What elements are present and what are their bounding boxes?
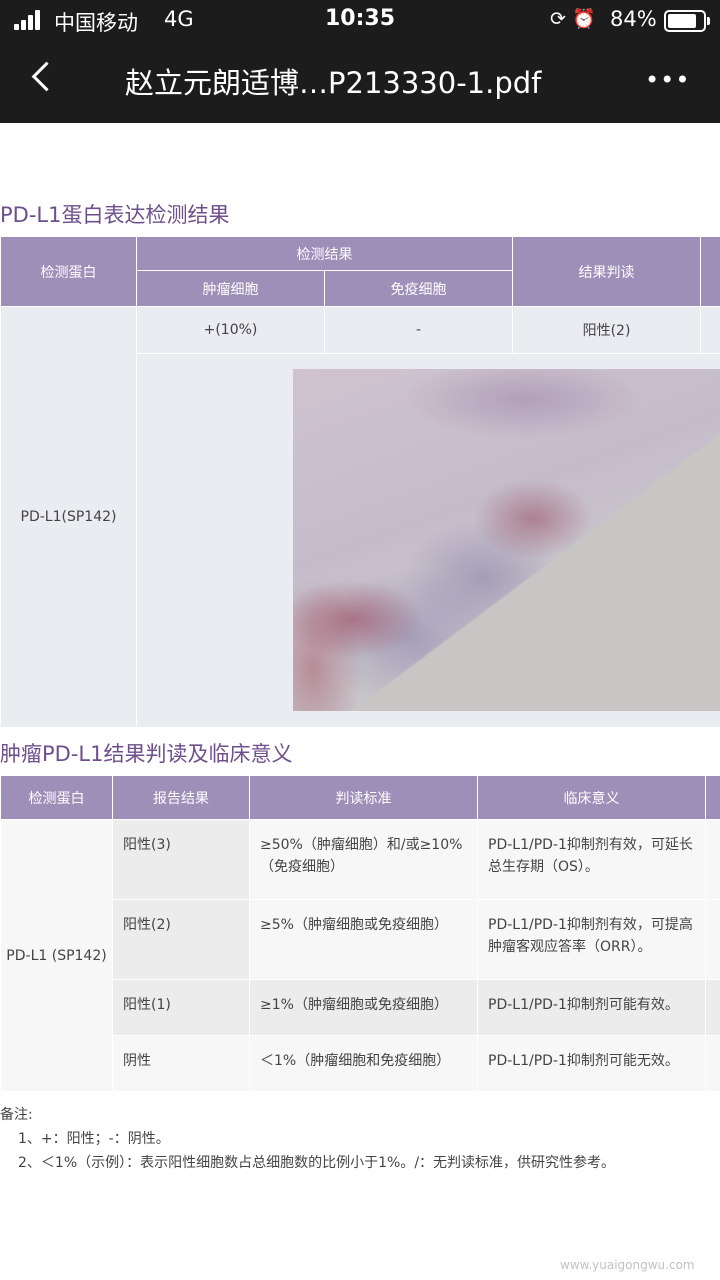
judgement-value: 阳性(2) [512,306,701,354]
clinical-meaning: PD-L1/PD-1抑制剂可能无效。 [477,1035,706,1092]
alarm-icon: ⏰ [571,8,596,30]
report-result: 阳性(2) [112,899,250,980]
criteria: ＜1%（肿瘤细胞和免疫细胞） [249,1035,478,1092]
header-report-result: 报告结果 [112,775,250,820]
criteria: ≥5%（肿瘤细胞或免疫细胞） [249,899,478,980]
criteria: ≥50%（肿瘤细胞）和/或≥10%（免疫细胞） [249,819,478,900]
header-tumor-cells: 肿瘤细胞 [136,270,325,307]
section-title-interpretation: 肿瘤PD-L1结果判读及临床意义 [0,742,293,766]
report-result: 阳性(1) [112,979,250,1036]
notes-title: 备注: [0,1107,33,1123]
criteria: ≥1%（肿瘤细胞或免疫细胞） [249,979,478,1036]
header-immune-cells: 免疫细胞 [324,270,513,307]
header-protein: 检测蛋白 [0,236,137,307]
tumor-cell-value: +(10%) [136,306,325,354]
section-title-expression: PD-L1蛋白表达检测结果 [0,203,230,227]
note-item: 2、＜1%（示例）：表示阳性细胞数占总细胞数的比例小于1%。/：无判读标准，供研… [18,1155,616,1171]
back-button[interactable] [22,58,62,104]
header-result: 检测结果 [136,236,513,271]
document-title: 赵立元朗适博…P213330-1.pdf [125,66,542,100]
report-result: 阳性(3) [112,819,250,900]
status-bar: 中国移动 4G 10:35 ⟳ ⏰ 84% [0,0,720,40]
top-bar: 中国移动 4G 10:35 ⟳ ⏰ 84% 赵立元朗适博…P213330-1.p… [0,0,720,123]
immune-cell-value: - [324,306,513,354]
rotation-lock-icon: ⟳ [550,8,566,30]
clinical-meaning: PD-L1/PD-1抑制剂有效，可提高肿瘤客观应答率（ORR）。 [477,899,706,980]
protein-name-cell: PD-L1 (SP142) [0,819,113,1092]
battery-icon [664,10,710,32]
more-menu-button[interactable]: ••• [645,66,690,94]
battery-level [668,14,696,28]
battery-percent: 84% [610,7,657,31]
protein-name-cell: PD-L1(SP142) [0,306,137,728]
notes-section: 备注: 1、+：阳性；-：阴性。 2、＜1%（示例）：表示阳性细胞数占总细胞数的… [0,1103,615,1175]
ihc-stain-image [293,369,720,711]
interpretation-table: 检测蛋白 报告结果 判读标准 临床意义 PD-L1 (SP142) 阳性(3) … [0,775,720,1092]
watermark: www.yuaigongwu.com [560,1258,695,1272]
header-clinical-meaning: 临床意义 [477,775,706,820]
note-item: 1、+：阳性；-：阴性。 [18,1131,170,1147]
header-protein: 检测蛋白 [0,775,113,820]
report-result: 阴性 [112,1035,250,1092]
header-criteria: 判读标准 [249,775,478,820]
clinical-meaning: PD-L1/PD-1抑制剂有效，可延长总生存期（OS）。 [477,819,706,900]
header-judgement: 结果判读 [512,236,701,307]
clinical-meaning: PD-L1/PD-1抑制剂可能有效。 [477,979,706,1036]
